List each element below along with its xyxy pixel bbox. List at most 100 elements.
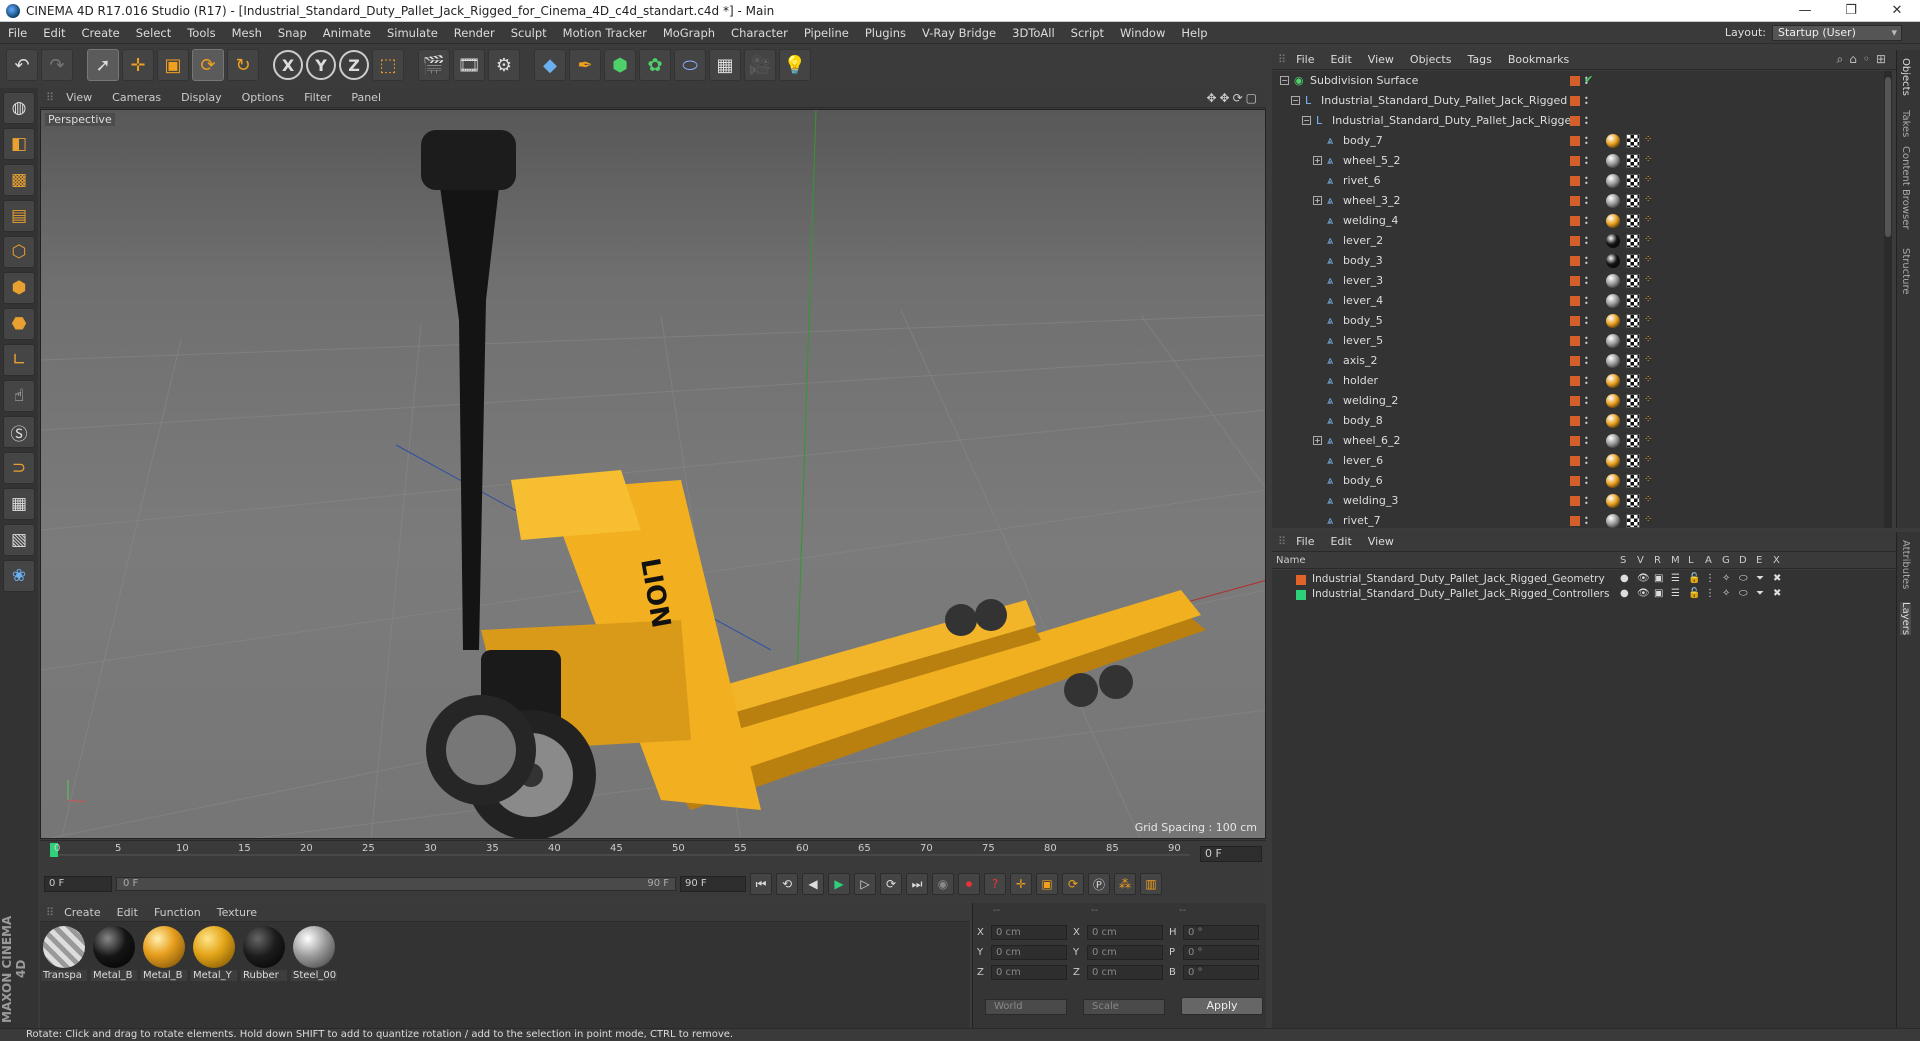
layer-solo-icon[interactable]: ● bbox=[1620, 573, 1629, 584]
texture-tag-icon[interactable] bbox=[1626, 454, 1640, 468]
menu-render[interactable]: Render bbox=[446, 26, 503, 40]
layer-lock-icon[interactable]: 🔓 bbox=[1688, 573, 1700, 584]
menu-create[interactable]: Create bbox=[74, 26, 128, 40]
layout-dropdown[interactable]: Startup (User) bbox=[1772, 24, 1902, 41]
objects-menu-edit[interactable]: Edit bbox=[1322, 53, 1359, 66]
object-row[interactable]: ⩓ welding_4 • • ⁘ bbox=[1272, 211, 1884, 231]
rotation-h-field[interactable]: 0 ° bbox=[1183, 925, 1259, 940]
material-menu-function[interactable]: Function bbox=[146, 906, 209, 919]
texture-tag-icon[interactable] bbox=[1626, 514, 1640, 528]
go-to-end-icon[interactable]: ⏭ bbox=[906, 873, 928, 895]
texture-tag-icon[interactable] bbox=[1626, 134, 1640, 148]
planar-workplane-icon[interactable]: ▧ bbox=[3, 524, 35, 556]
layer-color-tag[interactable] bbox=[1570, 316, 1580, 326]
visibility-dots-icon[interactable]: • • bbox=[1584, 435, 1594, 448]
layer-color-tag[interactable] bbox=[1570, 456, 1580, 466]
layer-solo-icon[interactable]: ● bbox=[1620, 588, 1629, 599]
weight-tag-icon[interactable]: ⁘ bbox=[1644, 194, 1654, 208]
material-tag-icon[interactable] bbox=[1606, 334, 1620, 348]
points-mode-icon[interactable]: ⬡ bbox=[3, 236, 35, 268]
objects-menu-objects[interactable]: Objects bbox=[1402, 53, 1460, 66]
light-icon[interactable]: 💡 bbox=[779, 49, 811, 81]
weight-tag-icon[interactable]: ⁘ bbox=[1644, 434, 1654, 448]
menu-vray-bridge[interactable]: V-Ray Bridge bbox=[914, 26, 1004, 40]
menu-simulate[interactable]: Simulate bbox=[379, 26, 446, 40]
position-z-field[interactable]: 0 cm bbox=[991, 965, 1067, 980]
object-row[interactable]: − L Industrial_Standard_Duty_Pallet_Jack_R… bbox=[1272, 111, 1884, 131]
object-row[interactable]: ⩓ body_5 • • ⁘ bbox=[1272, 311, 1884, 331]
menu-script[interactable]: Script bbox=[1063, 26, 1112, 40]
preview-range-slider[interactable]: 0 F 90 F bbox=[116, 877, 676, 891]
weight-tag-icon[interactable]: ⁘ bbox=[1644, 394, 1654, 408]
layer-generators-icon[interactable]: ✧ bbox=[1722, 588, 1730, 599]
object-row[interactable]: ⩓ body_6 • • ⁘ bbox=[1272, 471, 1884, 491]
layers-menu-edit[interactable]: Edit bbox=[1322, 535, 1359, 548]
object-row[interactable]: ⩓ holder • • ⁘ bbox=[1272, 371, 1884, 391]
collapse-toggle-icon[interactable]: − bbox=[1280, 76, 1289, 85]
texture-mode-icon[interactable]: ▩ bbox=[3, 164, 35, 196]
magnet-icon[interactable]: ⊃ bbox=[3, 452, 35, 484]
record-keys-icon[interactable]: ◉ bbox=[932, 873, 954, 895]
side-tab-objects[interactable]: Objects bbox=[1900, 58, 1911, 96]
menu-motion-tracker[interactable]: Motion Tracker bbox=[555, 26, 655, 40]
layer-deformers-icon[interactable]: ⬭ bbox=[1739, 588, 1748, 599]
objects-menu-tags[interactable]: Tags bbox=[1459, 53, 1499, 66]
object-row[interactable]: ⩓ lever_4 • • ⁘ bbox=[1272, 291, 1884, 311]
weight-tag-icon[interactable]: ⁘ bbox=[1644, 154, 1654, 168]
3d-viewport[interactable]: LION Perspective Grid Spacing : 100 cm bbox=[40, 109, 1266, 839]
layer-color-tag[interactable] bbox=[1570, 396, 1580, 406]
layer-color-tag[interactable] bbox=[1570, 436, 1580, 446]
camera-label[interactable]: Perspective bbox=[45, 113, 115, 126]
material-tag-icon[interactable] bbox=[1606, 354, 1620, 368]
layer-color-tag[interactable] bbox=[1570, 496, 1580, 506]
object-row[interactable]: ⩓ axis_2 • • ⁘ bbox=[1272, 351, 1884, 371]
texture-tag-icon[interactable] bbox=[1626, 254, 1640, 268]
texture-tag-icon[interactable] bbox=[1626, 154, 1640, 168]
layer-deformers-icon[interactable]: ⬭ bbox=[1739, 573, 1748, 584]
object-row[interactable]: ⩓ body_3 • • ⁘ bbox=[1272, 251, 1884, 271]
material-tag-icon[interactable] bbox=[1606, 234, 1620, 248]
go-to-start-icon[interactable]: ⏮ bbox=[750, 873, 772, 895]
z-axis-lock-icon[interactable]: Z bbox=[339, 50, 369, 80]
menu-window[interactable]: Window bbox=[1112, 26, 1173, 40]
objects-menu-bookmarks[interactable]: Bookmarks bbox=[1500, 53, 1577, 66]
material-tag-icon[interactable] bbox=[1606, 254, 1620, 268]
keyframe-selection-icon[interactable]: ? bbox=[984, 873, 1006, 895]
coordinate-space-dropdown[interactable]: World bbox=[985, 999, 1067, 1015]
object-row[interactable]: ⩓ body_7 • • ⁘ bbox=[1272, 131, 1884, 151]
object-row[interactable]: + ⩓ wheel_6_2 • • ⁘ bbox=[1272, 431, 1884, 451]
texture-tag-icon[interactable] bbox=[1626, 474, 1640, 488]
weight-tag-icon[interactable]: ⁘ bbox=[1644, 174, 1654, 188]
object-row[interactable]: ⩓ welding_3 • • ⁘ bbox=[1272, 491, 1884, 511]
select-pointer-icon[interactable]: ➚ bbox=[87, 49, 119, 81]
side-tab-structure[interactable]: Structure bbox=[1900, 248, 1911, 295]
maximize-button[interactable]: ❐ bbox=[1828, 0, 1874, 22]
menu-select[interactable]: Select bbox=[128, 26, 179, 40]
object-row[interactable]: ⩓ body_8 • • ⁘ bbox=[1272, 411, 1884, 431]
x-axis-lock-icon[interactable]: X bbox=[273, 50, 303, 80]
menu-pipeline[interactable]: Pipeline bbox=[796, 26, 857, 40]
visibility-dots-icon[interactable]: • • bbox=[1584, 215, 1594, 228]
scrollbar-thumb[interactable] bbox=[1885, 77, 1891, 237]
weight-tag-icon[interactable]: ⁘ bbox=[1644, 354, 1654, 368]
material-tag-icon[interactable] bbox=[1606, 174, 1620, 188]
texture-tag-icon[interactable] bbox=[1626, 494, 1640, 508]
visibility-dots-icon[interactable]: • • bbox=[1584, 455, 1594, 468]
layer-color-tag[interactable] bbox=[1570, 256, 1580, 266]
layer-expressions-icon[interactable]: ⏷ bbox=[1756, 573, 1764, 584]
object-row[interactable]: ⩓ rivet_7 • • ⁘ bbox=[1272, 511, 1884, 528]
layer-color-tag[interactable] bbox=[1570, 236, 1580, 246]
position-y-field[interactable]: 0 cm bbox=[991, 945, 1067, 960]
objects-menu-file[interactable]: File bbox=[1288, 53, 1322, 66]
side-tab-content-browser[interactable]: Content Browser bbox=[1900, 146, 1911, 229]
layer-color-tag[interactable] bbox=[1570, 416, 1580, 426]
material-swatch[interactable]: Metal_B bbox=[91, 926, 137, 1024]
visibility-dots-icon[interactable]: • • bbox=[1584, 275, 1594, 288]
weight-tag-icon[interactable]: ⁘ bbox=[1644, 334, 1654, 348]
rotation-b-field[interactable]: 0 ° bbox=[1183, 965, 1259, 980]
material-tag-icon[interactable] bbox=[1606, 154, 1620, 168]
key-scale-icon[interactable]: ▣ bbox=[1036, 873, 1058, 895]
polygons-mode-icon[interactable]: ⬣ bbox=[3, 308, 35, 340]
weight-tag-icon[interactable]: ⁘ bbox=[1644, 294, 1654, 308]
key-position-icon[interactable]: ✛ bbox=[1010, 873, 1032, 895]
